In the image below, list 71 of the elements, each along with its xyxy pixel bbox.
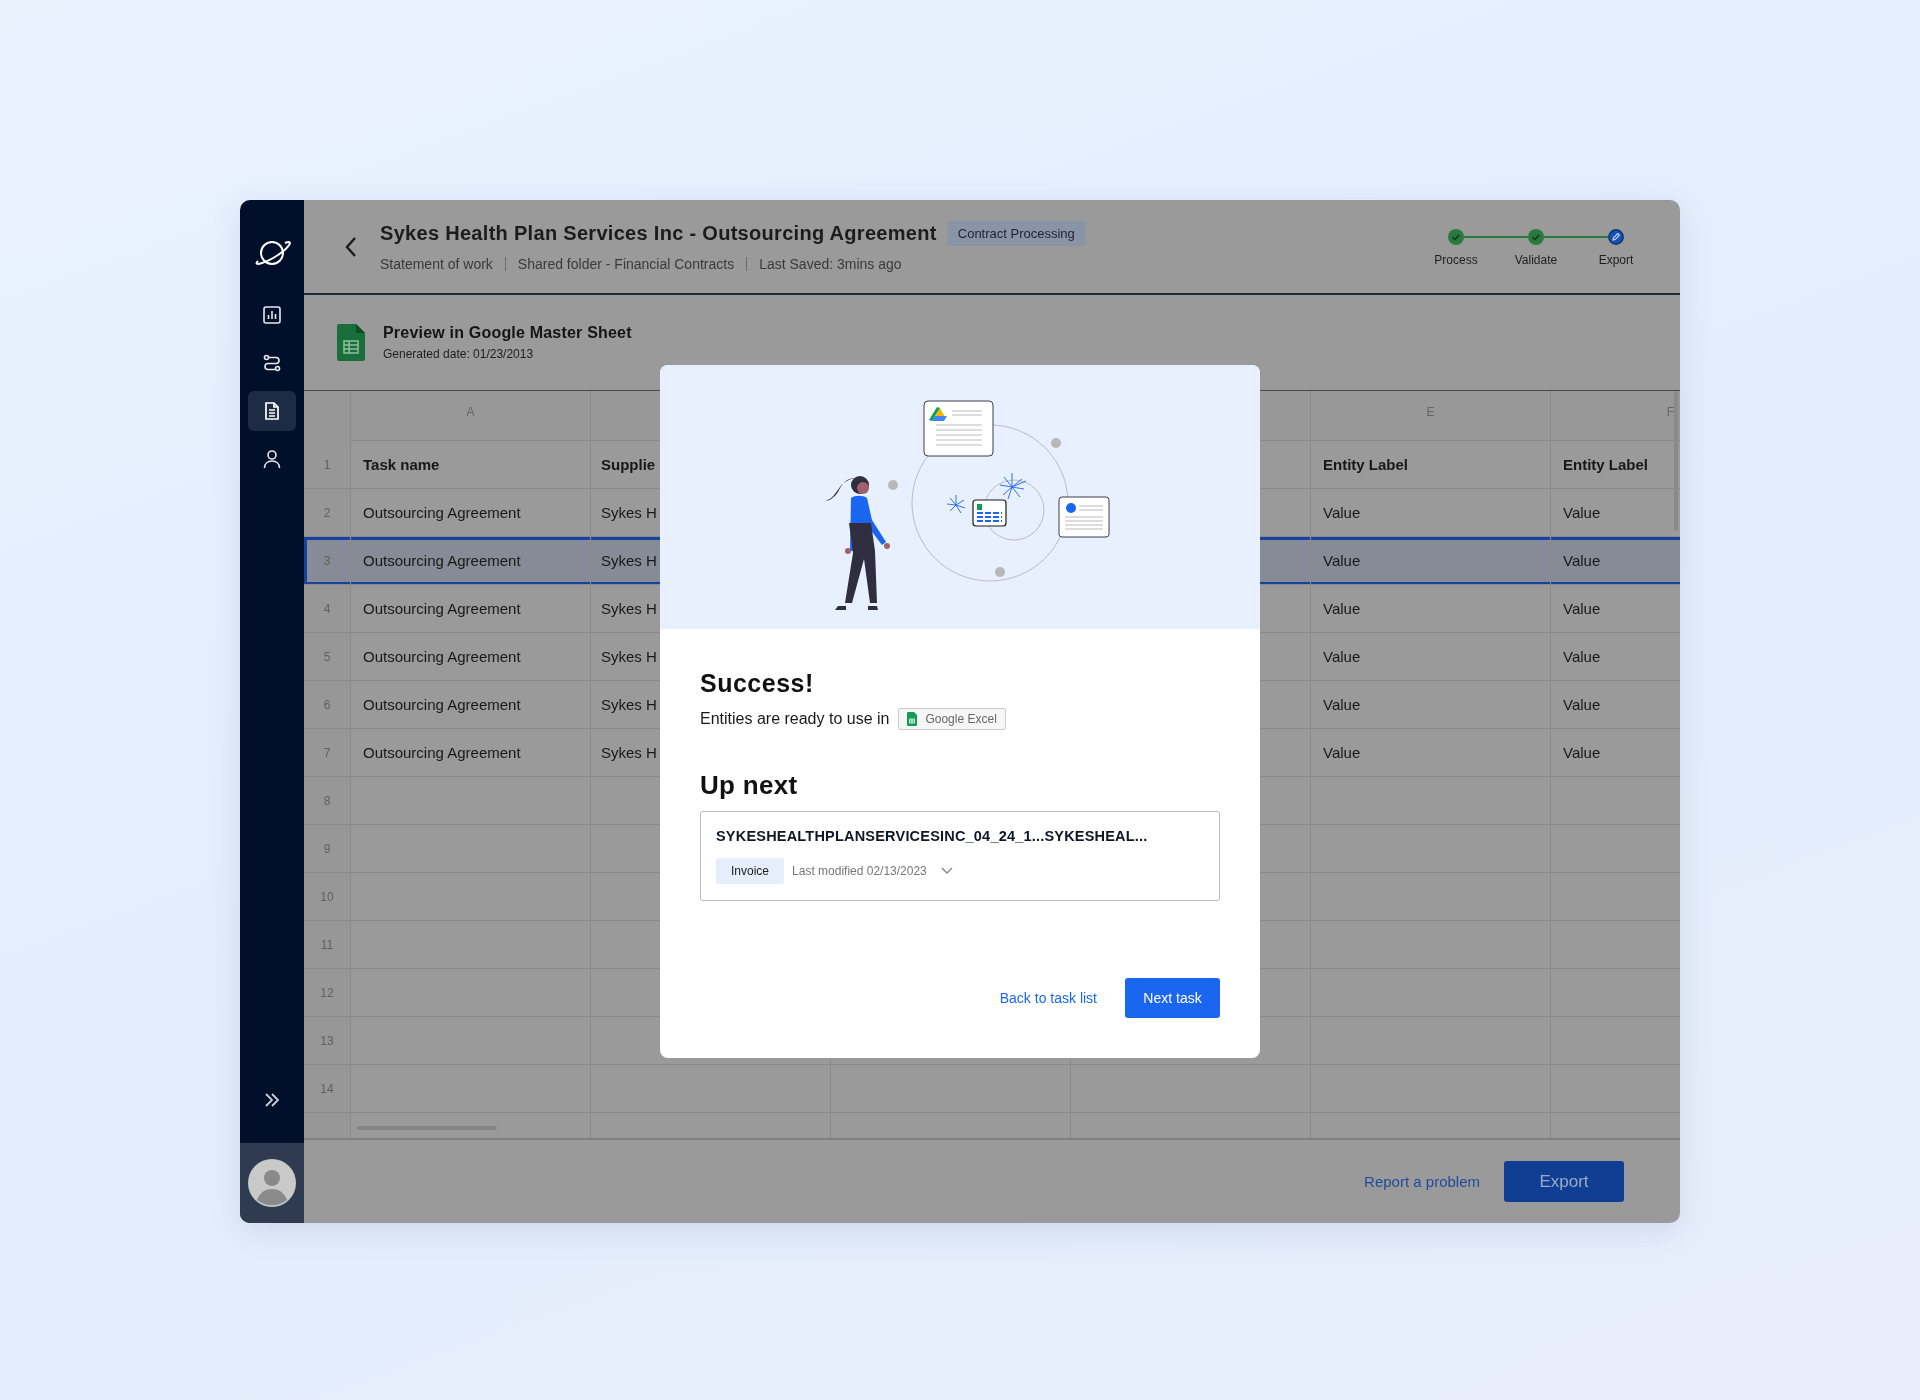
app-chip: Google Excel (898, 708, 1006, 730)
table-cell: Value (1563, 696, 1601, 713)
row-number: 10 (304, 873, 351, 921)
step-label: Validate (1514, 253, 1558, 267)
back-link[interactable]: Back to task list (999, 990, 1097, 1006)
spreadsheet-file-icon (337, 324, 365, 361)
row-number: 13 (304, 1017, 351, 1065)
table-cell: Value (1563, 504, 1601, 521)
row-number: 2 (304, 489, 351, 537)
table-cell: Sykes H (601, 600, 657, 617)
table-cell: Value (1323, 744, 1361, 761)
row-number: 11 (304, 921, 351, 969)
user-icon[interactable] (262, 449, 282, 469)
table-cell: Value (1323, 696, 1361, 713)
table-cell: Value (1323, 552, 1361, 569)
chevron-down-icon[interactable] (940, 867, 953, 875)
row-number: 4 (304, 585, 351, 633)
dialog-message: Entities are ready to use in (700, 710, 890, 728)
column-header: Entity Label (1563, 456, 1648, 473)
table-cell: Outsourcing Agreement (363, 552, 521, 569)
row-number: 14 (304, 1065, 351, 1113)
table-cell: Value (1323, 504, 1361, 521)
file-name: SYKESHEALTHPLANSERVICESINC_04_24_1...SYKESHEAL... (716, 828, 1149, 844)
avatar-icon[interactable] (248, 1159, 296, 1207)
row-number: 5 (304, 633, 351, 681)
dialog-title: Success! (700, 669, 815, 698)
breadcrumb-text: Shared folder - Financial Contracts (517, 256, 735, 272)
page-title: Sykes Health Plan Services Inc - Outsourcing Agreement (380, 222, 937, 245)
expand-chevrons-icon[interactable] (263, 1091, 281, 1109)
row-number: 1 (304, 441, 351, 489)
table-cell: Value (1563, 600, 1601, 617)
row-number: 7 (304, 729, 351, 777)
section-heading: Up next (700, 770, 799, 801)
spreadsheet-icon (907, 712, 918, 726)
table-cell: Value (1323, 648, 1361, 665)
table-cell: Outsourcing Agreement (363, 696, 521, 713)
column-header: Supplie (601, 456, 656, 473)
breadcrumb-text: Last Saved: 3mins ago (759, 256, 902, 272)
step-label: Process (1434, 253, 1478, 267)
table-cell: Outsourcing Agreement (363, 600, 521, 617)
document-nav-button[interactable] (248, 391, 296, 431)
table-cell: Sykes H (601, 504, 657, 521)
last-modified-text: Last modified 02/13/2023 (792, 864, 927, 878)
table-cell: Sykes H (601, 696, 657, 713)
export-button[interactable]: Export (1504, 1161, 1624, 1202)
table-cell: Value (1563, 648, 1601, 665)
table-cell: Value (1323, 600, 1361, 617)
table-cell: Outsourcing Agreement (363, 744, 521, 761)
report-problem-link[interactable]: Report a problem (1364, 1173, 1480, 1190)
step-label: Export (1598, 253, 1634, 267)
row-number: 12 (304, 969, 351, 1017)
column-header: Task name (363, 456, 440, 473)
table-cell: Value (1563, 744, 1601, 761)
next-task-button[interactable]: Next task (1125, 978, 1220, 1018)
table-cell: Value (1563, 552, 1601, 569)
bar-chart-icon[interactable] (262, 305, 282, 325)
document-icon[interactable] (262, 401, 282, 421)
table-cell: Sykes H (601, 744, 657, 761)
next-task-card[interactable]: SYKESHEALTHPLANSERVICESINC_04_24_1...SYKESHEAL... Invoice Last modified 02/13/2023 (700, 811, 1220, 901)
column-header: Entity Label (1323, 456, 1408, 473)
route-icon[interactable] (262, 353, 282, 373)
generated-date: Generated date: 01/23/2013 (383, 347, 535, 361)
row-number: 8 (304, 777, 351, 825)
breadcrumb-text: Statement of work (380, 256, 493, 272)
table-cell: Outsourcing Agreement (363, 504, 521, 521)
category-tag: Contract Processing (946, 221, 1086, 246)
table-cell: Outsourcing Agreement (363, 648, 521, 665)
document-type-tag: Invoice (716, 858, 785, 884)
table-cell: Sykes H (601, 552, 657, 569)
preview-title: Preview in Google Master Sheet (383, 324, 632, 342)
table-cell: Sykes H (601, 648, 657, 665)
